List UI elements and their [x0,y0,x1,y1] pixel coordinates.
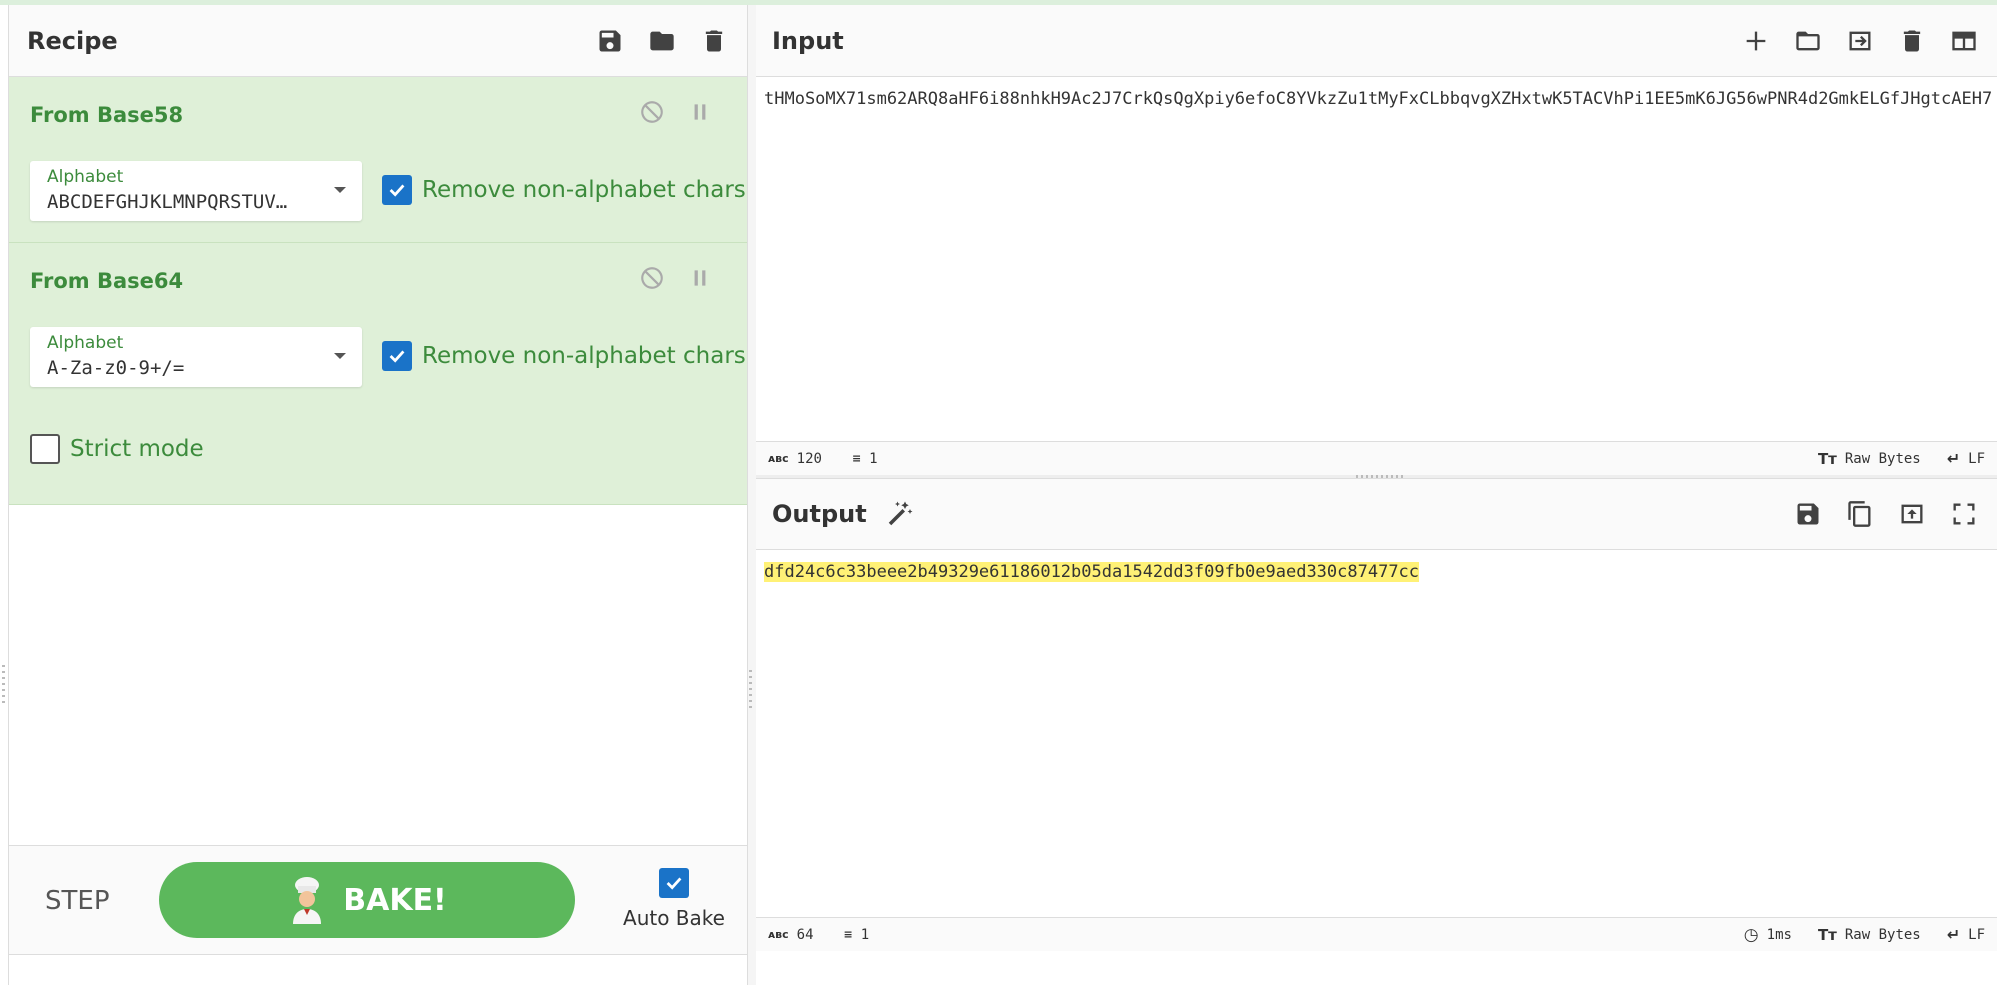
alphabet-select[interactable]: Alphabet ABCDEFGHJKLMNPQRSTUVWXYZ1234567… [30,161,362,221]
input-status-right: Tт Raw Bytes ↵ LF [1818,449,1985,468]
clear-recipe-trash-icon[interactable] [699,26,729,56]
bake-button[interactable]: BAKE! [159,862,575,938]
chevron-down-icon[interactable] [334,353,346,359]
fullscreen-icon[interactable] [1949,499,1979,529]
gutter-grip [749,670,752,710]
input-char-count: ᴀʙᴄ 120 [768,451,822,467]
input-line-count: ≡ 1 [852,451,878,467]
magic-wand-icon[interactable] [885,499,915,529]
layout-reset-icon[interactable] [1949,26,1979,56]
output-status-right: ◷ 1ms Tт Raw Bytes ↵ LF [1744,925,1985,945]
add-tab-plus-icon[interactable] [1741,26,1771,56]
alphabet-label: Alphabet [47,333,124,353]
pause-breakpoint-icon[interactable] [687,99,713,129]
output-pane: Output dfd24c6c33beee2b49329e61186012b05… [756,478,1997,985]
input-header-icons [1741,26,1979,56]
lines-icon: ≡ [843,928,853,941]
open-file-folder-icon[interactable] [1793,26,1823,56]
output-text-area[interactable]: dfd24c6c33beee2b49329e61186012b05da1542d… [764,558,1994,586]
operation-controls [639,99,713,129]
recipe-title: Recipe [27,26,118,55]
clear-input-trash-icon[interactable] [1897,26,1927,56]
input-title: Input [772,26,844,55]
copy-output-icon[interactable] [1845,499,1875,529]
eol-value: LF [1968,926,1985,943]
replace-input-icon[interactable] [1897,499,1927,529]
checkbox-label: Strict mode [70,436,204,462]
operation-controls [639,265,713,295]
alphabet-value: ABCDEFGHJKLMNPQRSTUVWXYZ123456789abcdefg… [47,191,297,213]
encoding-value: Raw Bytes [1844,926,1921,943]
clock-icon: ◷ [1743,924,1759,945]
remove-non-alphabet-checkbox[interactable]: Remove non-alphabet chars [382,175,746,205]
disable-operation-icon[interactable] [639,99,665,129]
pause-breakpoint-icon[interactable] [687,265,713,295]
output-title: Output [772,500,867,528]
disable-operation-icon[interactable] [639,265,665,295]
text-format-icon: Tт [1817,449,1837,468]
checkbox-checked-icon[interactable] [382,175,412,205]
checkbox-label: Remove non-alphabet chars [422,343,746,369]
checkbox-checked-icon[interactable] [382,341,412,371]
lines-icon: ≡ [851,452,862,465]
load-recipe-folder-icon[interactable] [647,26,677,56]
operation-title: From Base64 [30,269,184,293]
alphabet-label: Alphabet [47,167,124,187]
bake-time-value: 1ms [1766,926,1792,943]
alphabet-value: A-Za-z0-9+/= [47,357,185,379]
eol-value: LF [1968,450,1985,467]
save-recipe-icon[interactable] [595,26,625,56]
output-header: Output [756,478,1997,550]
input-eol[interactable]: ↵ LF [1947,449,1985,468]
load-input-icon[interactable] [1845,26,1875,56]
output-encoding[interactable]: Tт Raw Bytes [1818,926,1921,944]
output-eol[interactable]: ↵ LF [1947,925,1985,944]
input-header: Input [756,5,1997,77]
abc-length-icon: ᴀʙᴄ [768,452,789,465]
recipe-header: Recipe [9,5,747,77]
remove-non-alphabet-checkbox[interactable]: Remove non-alphabet chars [382,341,746,371]
step-button[interactable]: STEP [45,886,110,916]
text-format-icon: Tт [1817,925,1837,944]
line-count-value: 1 [860,926,870,943]
strict-mode-checkbox[interactable]: Strict mode [30,434,204,464]
left-resize-handle[interactable] [2,665,5,705]
return-arrow-icon: ↵ [1946,449,1961,468]
recipe-footer: STEP BAKE! Auto Bake [9,845,747,955]
char-count-value: 120 [796,450,822,467]
chef-icon [293,877,322,924]
abc-length-icon: ᴀʙᴄ [768,928,789,941]
cyberchef-app: Recipe From Base58 Alphabet ABCDEFGHJKLM… [0,0,1997,985]
line-count-value: 1 [869,450,878,467]
input-pane: Input tHMoSoMX71sm62ARQ8aHF6i88nhkH9Ac2J… [756,5,1997,475]
output-line-count: ≡ 1 [844,927,870,943]
recipe-header-icons [595,26,729,56]
recipe-pane: Recipe From Base58 Alphabet ABCDEFGHJKLM… [8,5,748,985]
output-text[interactable]: dfd24c6c33beee2b49329e61186012b05da1542d… [764,562,1420,582]
bake-time: ◷ 1ms [1744,925,1792,945]
return-arrow-icon: ↵ [1946,925,1961,944]
vertical-resize-gutter[interactable] [748,5,756,985]
char-count-value: 64 [796,926,814,943]
bake-label: BAKE! [343,882,447,918]
encoding-value: Raw Bytes [1844,450,1921,467]
operation-title: From Base58 [30,103,184,127]
auto-bake-toggle[interactable]: Auto Bake [619,868,729,930]
chevron-down-icon[interactable] [334,187,346,193]
checkbox-checked-icon[interactable] [659,868,689,898]
alphabet-select[interactable]: Alphabet A-Za-z0-9+/= [30,327,362,387]
output-char-count: ᴀʙᴄ 64 [768,927,814,943]
save-output-icon[interactable] [1793,499,1823,529]
checkbox-unchecked-icon[interactable] [30,434,60,464]
checkbox-label: Remove non-alphabet chars [422,177,746,203]
operation-from-base64: From Base64 Alphabet A-Za-z0-9+/= Remove… [9,243,747,505]
operation-from-base58: From Base58 Alphabet ABCDEFGHJKLMNPQRSTU… [9,77,747,243]
output-status-bar: ᴀʙᴄ 64 ≡ 1 ◷ 1ms Tт Raw Bytes ↵ LF [756,917,1997,951]
input-encoding[interactable]: Tт Raw Bytes [1818,450,1921,468]
input-status-bar: ᴀʙᴄ 120 ≡ 1 Tт Raw Bytes ↵ LF [756,441,1997,475]
input-textarea[interactable]: tHMoSoMX71sm62ARQ8aHF6i88nhkH9Ac2J7CrkQs… [764,85,1994,113]
output-header-icons [1793,499,1979,529]
auto-bake-label: Auto Bake [623,906,725,930]
